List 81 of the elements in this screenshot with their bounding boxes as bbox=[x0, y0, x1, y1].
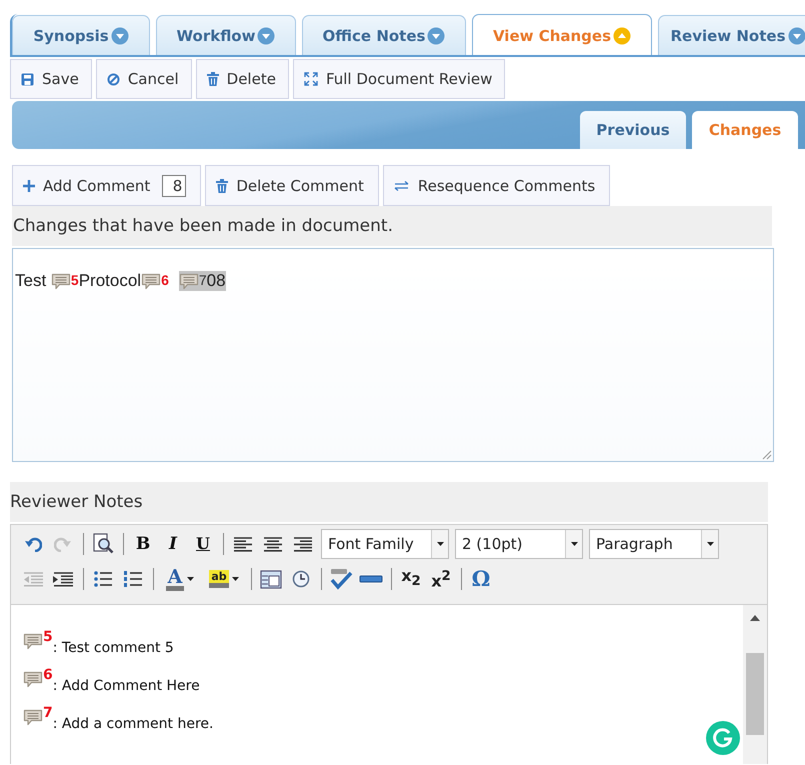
comment-icon bbox=[178, 272, 199, 290]
expand-icon bbox=[304, 72, 318, 86]
document-text: 08 bbox=[206, 271, 226, 291]
comment-icon bbox=[141, 272, 162, 290]
dropdown[interactable]: 2 (10pt) bbox=[455, 529, 583, 559]
save-icon bbox=[21, 72, 34, 86]
toolbar-button[interactable]: Full Document Review bbox=[292, 59, 506, 99]
comment-number: 5 bbox=[70, 272, 79, 286]
grammar-assistant-icon bbox=[706, 721, 740, 755]
comment-icon bbox=[23, 671, 43, 688]
toolbar-button[interactable]: Save bbox=[10, 59, 92, 99]
symbol-button[interactable]: Ω bbox=[472, 564, 490, 594]
spellcheck-icon bbox=[329, 568, 353, 590]
document-text: Test bbox=[15, 271, 48, 291]
comment-text: : Add a comment here. bbox=[52, 716, 214, 732]
scrollbar[interactable] bbox=[743, 605, 767, 764]
calendar-icon bbox=[260, 569, 282, 589]
comment-number: 7 bbox=[198, 272, 207, 286]
caret-icon bbox=[613, 27, 632, 45]
comment-number: 6 bbox=[161, 272, 169, 286]
cancel-icon bbox=[106, 72, 120, 86]
numbered-list-icon bbox=[123, 570, 143, 588]
caret-icon bbox=[788, 26, 805, 44]
align-center-icon bbox=[263, 536, 283, 552]
undo-icon bbox=[24, 536, 42, 552]
arrows-icon bbox=[394, 180, 410, 190]
outdent-icon bbox=[22, 570, 44, 588]
plus-icon bbox=[23, 180, 35, 192]
resize-grip-icon bbox=[762, 450, 772, 460]
superscript-button[interactable]: x$^{2}$ bbox=[431, 562, 451, 596]
section-heading: Reviewer Notes bbox=[10, 492, 143, 512]
caret-icon bbox=[187, 577, 194, 581]
comment-icon bbox=[50, 272, 71, 290]
align-right-icon bbox=[293, 536, 313, 552]
tab[interactable]: Office Notes bbox=[302, 15, 466, 55]
italic-button[interactable]: I bbox=[169, 529, 177, 559]
tab[interactable]: Synopsis bbox=[12, 15, 150, 55]
comment-number: 7 bbox=[43, 706, 53, 720]
caret-icon bbox=[436, 542, 444, 546]
trash-icon bbox=[206, 72, 219, 86]
comment-text: : Add Comment Here bbox=[52, 678, 200, 694]
redo-icon bbox=[54, 536, 72, 552]
comment-number: 6 bbox=[43, 668, 53, 682]
scrollbar-thumb[interactable] bbox=[746, 653, 764, 735]
section-heading: Changes that have been made in document. bbox=[13, 216, 393, 236]
comment-icon bbox=[23, 709, 43, 726]
subscript-button[interactable]: x$_{2}$ bbox=[401, 560, 421, 598]
toolbar-button[interactable]: Resequence Comments bbox=[382, 165, 610, 206]
toolbar-button[interactable]: Delete bbox=[196, 59, 289, 99]
trash-icon bbox=[216, 178, 228, 192]
toolbar-button[interactable]: Cancel bbox=[96, 59, 192, 99]
dropdown[interactable]: Font Family bbox=[321, 529, 449, 559]
text-editor[interactable]: Test 5Protocol 6 708 bbox=[12, 248, 774, 462]
document-text: Protocol bbox=[78, 271, 142, 291]
comment-text: : Test comment 5 bbox=[52, 640, 174, 656]
clock-icon bbox=[292, 570, 310, 588]
caret-icon bbox=[232, 577, 239, 581]
highlight-color-button[interactable]: ab bbox=[209, 570, 229, 588]
dropdown[interactable]: Paragraph bbox=[589, 529, 719, 559]
tab[interactable]: Workflow bbox=[156, 15, 296, 55]
tab[interactable]: Review Notes bbox=[658, 15, 805, 55]
preview-icon bbox=[92, 533, 114, 555]
scroll-up-icon bbox=[750, 615, 760, 621]
indent-icon bbox=[52, 570, 74, 588]
tab[interactable]: Previous bbox=[580, 111, 686, 149]
bulleted-list-icon bbox=[93, 570, 113, 588]
toolbar-button[interactable]: Add Comment 8 bbox=[12, 165, 202, 206]
text-color-button[interactable]: A bbox=[166, 568, 184, 590]
comment-number: 5 bbox=[43, 630, 53, 644]
bold-button[interactable]: B bbox=[136, 529, 150, 559]
caret-icon bbox=[110, 26, 129, 44]
align-left-icon bbox=[233, 536, 253, 552]
caret-icon bbox=[427, 26, 446, 44]
underline-button[interactable]: U bbox=[196, 529, 210, 559]
caret-icon bbox=[706, 542, 714, 546]
notes-editor[interactable]: 5 : Test comment 5 6 : Add Comment Here 7 : Add a comment here. bbox=[10, 604, 768, 764]
caret-icon bbox=[257, 26, 276, 44]
comment-icon bbox=[23, 633, 43, 650]
count-field[interactable]: 8 bbox=[162, 174, 186, 196]
caret-icon bbox=[570, 542, 578, 546]
toolbar-button[interactable]: Delete Comment bbox=[205, 165, 379, 206]
